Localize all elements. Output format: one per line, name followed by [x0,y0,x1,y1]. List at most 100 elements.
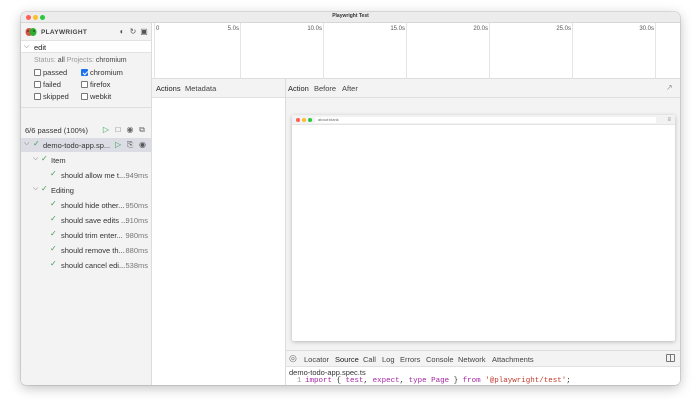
timeline-label: 15.0s [390,26,405,32]
test-name: should trim enter... [61,231,123,240]
timeline-tick: 20.0s [473,23,490,79]
tab-action[interactable]: Action [288,84,309,93]
watch-icon[interactable]: ◉ [125,125,135,135]
checkbox-label: failed [43,80,61,89]
filter-skipped-checkbox[interactable]: skipped [34,92,69,102]
tree-group-label: Item [51,156,66,165]
filter-firefox-checkbox[interactable]: firefox [81,80,110,90]
snapshot-browser-toolbar: about:blank ≡ [292,115,675,125]
code-token: Page [431,377,450,385]
snapshot-tabbar: Action Before After ↗ [286,79,680,98]
open-source-icon[interactable]: ⎘ [127,140,133,150]
status-label: Status: [34,57,56,64]
status-value[interactable]: all [58,57,65,64]
snapshot-url[interactable]: about:blank [315,117,656,123]
tree-group-row[interactable]: ⌵ ✓ Editing [21,183,151,197]
filter-webkit-checkbox[interactable]: webkit [81,92,111,102]
tree-test-row[interactable]: ✓ should cancel edi... 538ms [21,258,151,272]
test-duration: 538ms [125,261,148,270]
reload-icon[interactable]: ↻ [128,27,138,37]
test-duration: 950ms [125,201,148,210]
hamburger-menu-icon[interactable]: ≡ [667,117,671,123]
pass-check-icon: ✓ [41,184,48,193]
status-summary: Status: all Projects: chromium [34,57,127,64]
test-duration: 880ms [125,246,148,255]
browser-snapshot: about:blank ≡ [292,115,675,341]
projects-value[interactable]: chromium [96,57,127,64]
test-name: should save edits ... [61,216,128,225]
projects-label: Projects: [66,57,94,64]
tab-source[interactable]: Source [335,355,359,364]
run-summary-bar: 6/6 passed (100%) ▷ □ ◉ ⧉ [25,124,149,136]
window-title: Playwright Test [332,13,369,19]
chevron-down-icon[interactable]: ⌵ [24,140,29,148]
code-token: } [449,377,463,385]
timeline-tick: 30.0s [639,23,656,79]
sidebar-divider [21,107,151,108]
tab-metadata[interactable]: Metadata [185,84,216,93]
tab-console[interactable]: Console [426,355,454,364]
actions-panel: Actions Metadata [152,79,286,385]
filter-input[interactable] [34,42,146,52]
pass-check-icon: ✓ [50,229,57,238]
chevron-down-icon[interactable]: ⌵ [24,43,29,51]
stop-icon[interactable]: □ [113,125,123,135]
terminal-icon[interactable]: ▣ [139,27,149,37]
tree-test-row[interactable]: ✓ should save edits ... 910ms [21,213,151,227]
tree-file-label: demo-todo-app.sp... [43,141,111,150]
test-duration: 980ms [125,231,148,240]
filter-passed-checkbox[interactable]: passed [34,68,67,78]
tree-test-row[interactable]: ✓ should trim enter... 980ms [21,228,151,242]
filter-bar: ⌵ [21,40,151,53]
test-name: should remove th... [61,246,125,255]
details-tabbar: ◎ Locator Source Call Log Errors Console… [286,351,680,367]
pass-check-icon: ✓ [41,154,48,163]
toggle-layout-icon[interactable] [666,354,675,362]
timeline-label: 0 [156,26,160,32]
tree-test-row[interactable]: ✓ should allow me t... 949ms [21,168,151,182]
test-name: should hide other... [61,201,125,210]
pick-locator-icon[interactable]: ◎ [289,353,297,364]
tree-group-row[interactable]: ⌵ ✓ Item [21,153,151,167]
details-panel: ◎ Locator Source Call Log Errors Console… [286,350,680,385]
tab-locator[interactable]: Locator [304,355,329,364]
tree-test-row[interactable]: ✓ should remove th... 880ms [21,243,151,257]
tab-errors[interactable]: Errors [400,355,420,364]
run-all-icon[interactable]: ▷ [101,125,111,135]
watch-file-icon[interactable]: ◉ [139,140,146,149]
open-external-icon[interactable]: ↗ [666,83,675,92]
timeline-label: 20.0s [473,26,488,32]
tab-attachments[interactable]: Attachments [492,355,534,364]
collapse-all-icon[interactable]: ⧉ [137,125,147,135]
checkbox-label: chromium [90,68,123,77]
tab-network[interactable]: Network [458,355,486,364]
timeline[interactable]: 0 5.0s 10.0s 15.0s 20.0s 25.0s 30.0s [152,23,680,79]
brand-name: PLAYWRIGHT [41,29,88,36]
chevron-down-icon[interactable]: ⌵ [33,155,38,163]
code-token: from [462,377,481,385]
checkbox-label: skipped [43,92,69,101]
tab-call[interactable]: Call [363,355,376,364]
tab-after[interactable]: After [342,84,358,93]
snapshot-panel: Action Before After ↗ about:blank ≡ [286,79,680,350]
line-number: 1 [297,377,302,385]
actions-tabbar: Actions Metadata [152,79,285,98]
filter-failed-checkbox[interactable]: failed [34,80,61,90]
run-file-icon[interactable]: ▷ [115,140,121,149]
timeline-label: 10.0s [307,26,322,32]
timeline-label: 5.0s [227,26,239,32]
theme-toggle-icon[interactable]: ◐ [117,27,127,37]
chevron-down-icon[interactable]: ⌵ [33,185,38,193]
tab-actions[interactable]: Actions [156,84,181,93]
tab-before[interactable]: Before [314,84,336,93]
tree-file-row[interactable]: ⌵ ✓ demo-todo-app.sp... ▷ ⎘ ◉ [21,138,151,152]
snapshot-minimize-dot [302,118,306,122]
tab-log[interactable]: Log [382,355,395,364]
filter-chromium-checkbox[interactable]: chromium [81,68,123,78]
pass-check-icon: ✓ [50,244,57,253]
test-duration: 949ms [125,171,148,180]
tree-group-label: Editing [51,186,74,195]
tree-test-row[interactable]: ✓ should hide other... 950ms [21,198,151,212]
timeline-label: 25.0s [556,26,571,32]
pass-check-icon: ✓ [33,139,40,148]
